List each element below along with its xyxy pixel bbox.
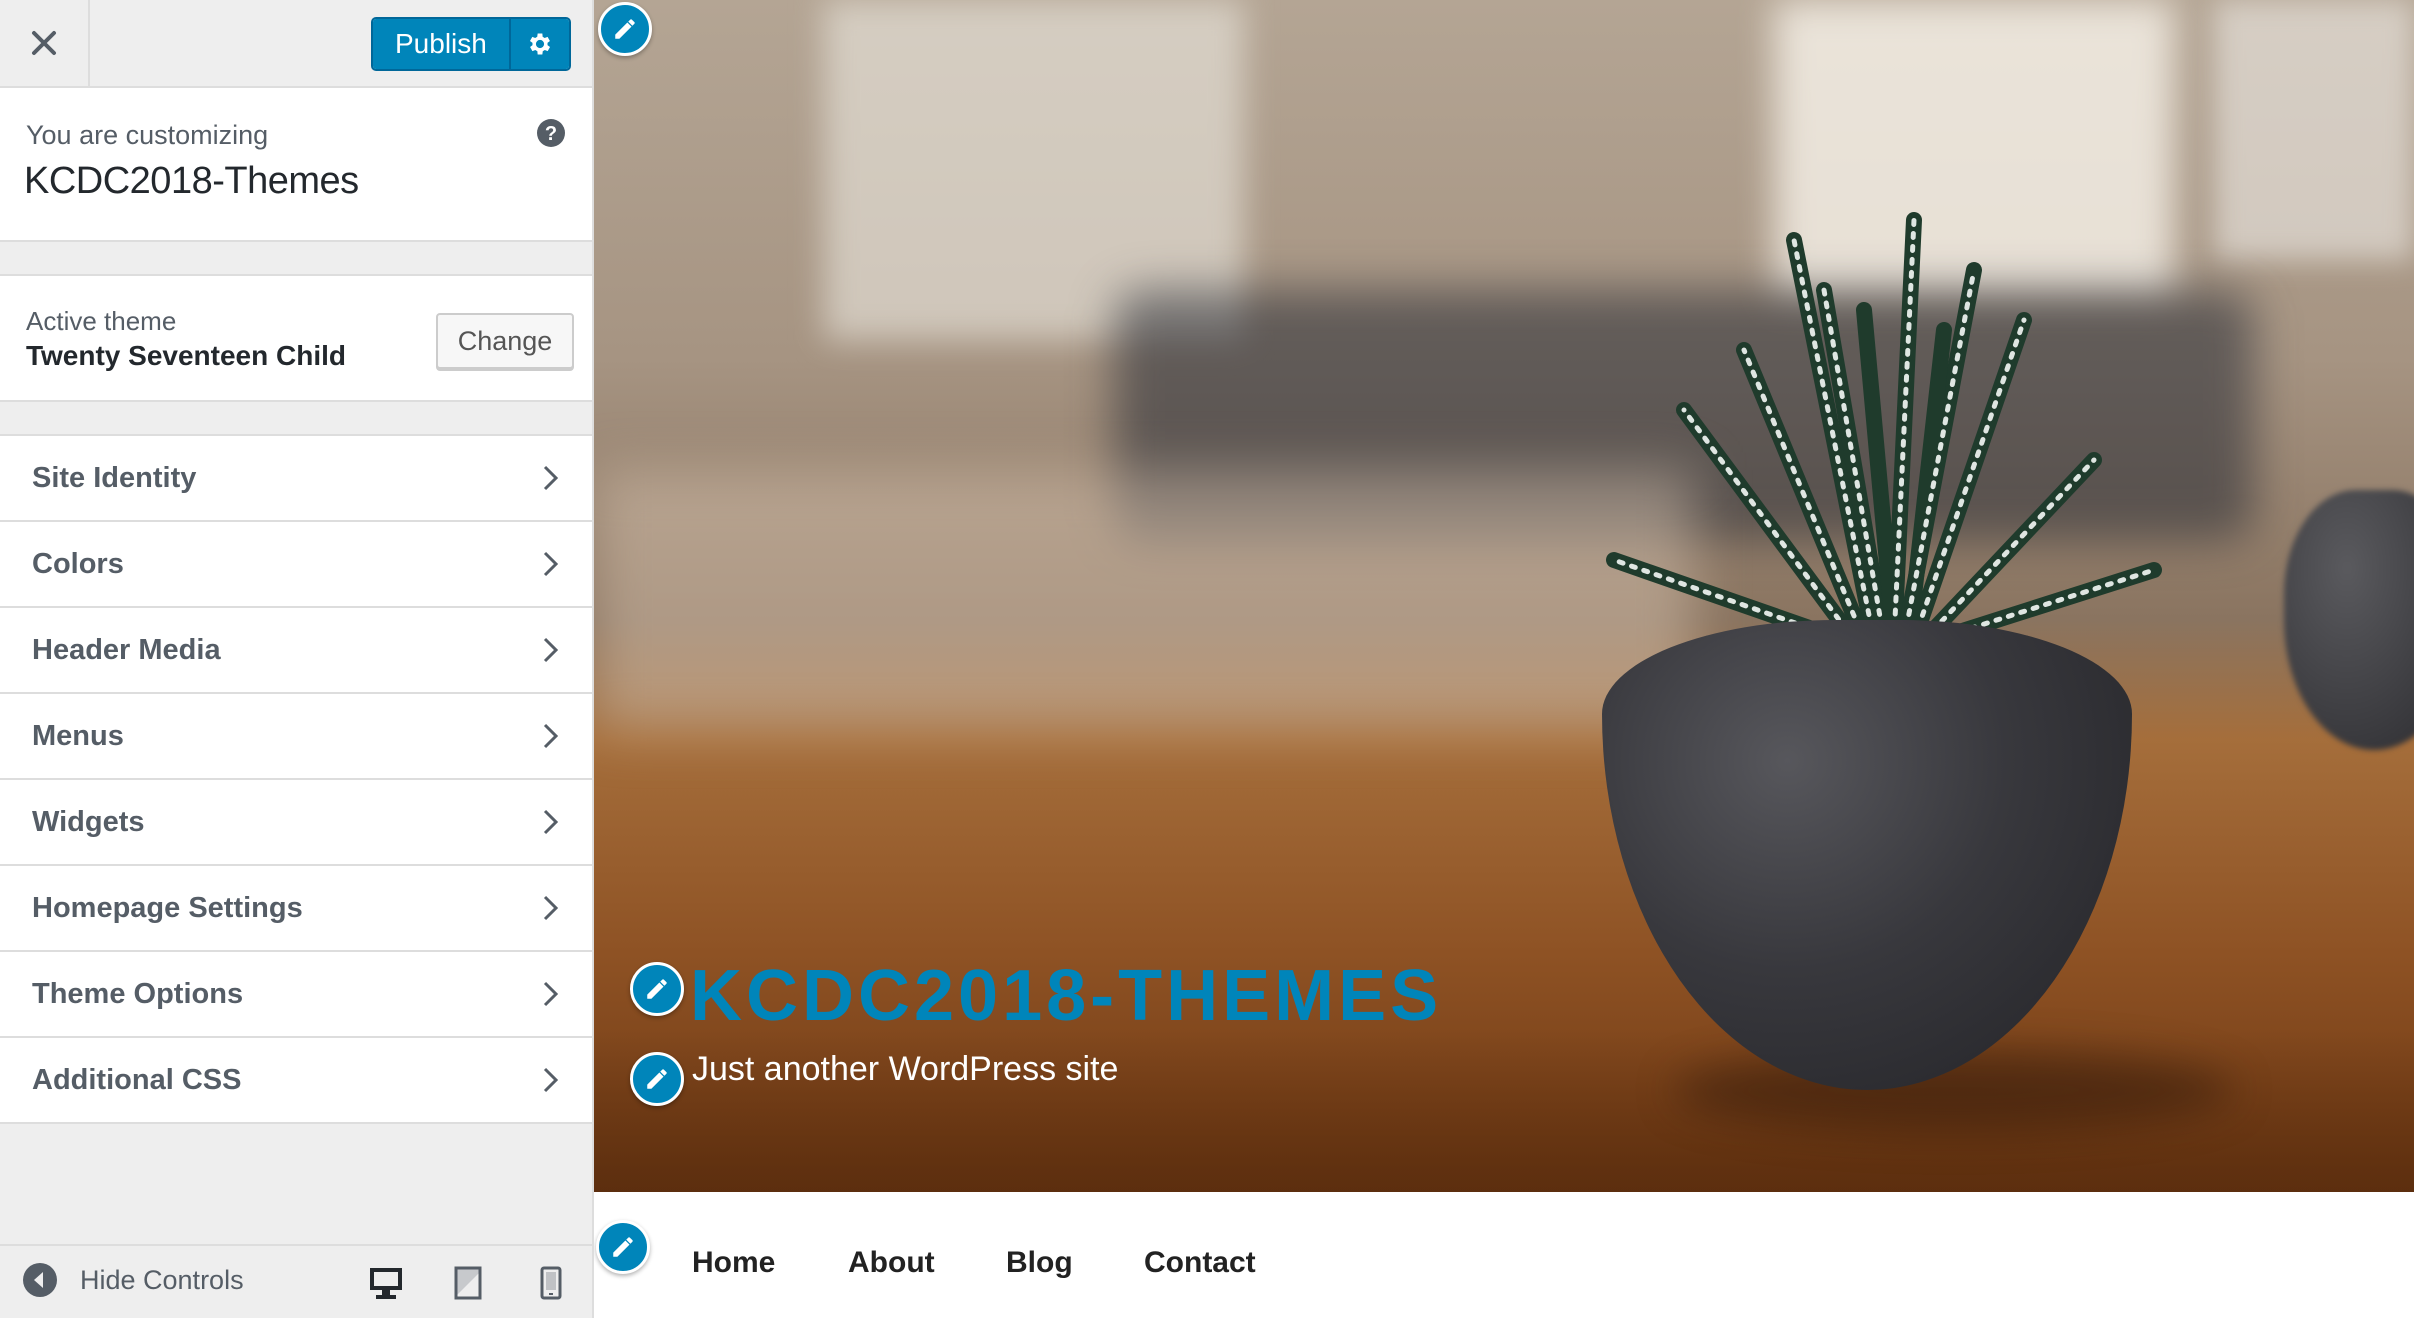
site-name: KCDC2018-Themes (24, 160, 359, 202)
publish-settings-button[interactable] (510, 19, 569, 69)
nav-contact[interactable]: Contact (1144, 1246, 1256, 1280)
nav-blog[interactable]: Blog (1006, 1246, 1073, 1280)
panel-theme-options[interactable]: Theme Options (0, 952, 592, 1038)
desktop-icon[interactable] (368, 1266, 404, 1300)
site-preview: KCDC2018-THEMES Just another WordPress s… (594, 0, 2414, 1318)
panel-label: Menus (32, 719, 124, 752)
customizer-sidebar: Publish You are customizing KCDC2018-The… (0, 0, 594, 1318)
chevron-right-icon (543, 809, 559, 835)
nav-about[interactable]: About (848, 1246, 935, 1280)
panel-label: Additional CSS (32, 1063, 242, 1096)
chevron-right-icon (543, 895, 559, 921)
plant-illustration (1606, 212, 2162, 648)
tablet-icon[interactable] (454, 1266, 482, 1300)
customizer-header: Publish (0, 0, 592, 88)
panel-list: Site Identity Colors Header Media Menus … (0, 434, 592, 1124)
site-title[interactable]: KCDC2018-THEMES (690, 955, 1442, 1037)
panel-label: Colors (32, 547, 124, 580)
help-icon[interactable]: ? (536, 118, 566, 148)
panel-menus[interactable]: Menus (0, 694, 592, 780)
active-theme-caption: Active theme (26, 306, 177, 336)
close-icon (32, 31, 56, 55)
publish-button[interactable]: Publish (373, 19, 511, 69)
chevron-right-icon (543, 723, 559, 749)
active-theme-section: Active theme Twenty Seventeen Child Chan… (0, 274, 592, 402)
nav-home[interactable]: Home (692, 1246, 775, 1280)
gear-icon (529, 33, 550, 55)
active-theme-name: Twenty Seventeen Child (26, 340, 346, 371)
customizer-footer: Hide Controls (0, 1244, 592, 1318)
pencil-icon (647, 979, 667, 999)
chevron-right-icon (543, 637, 559, 663)
collapse-arrow-icon (23, 1263, 57, 1297)
panel-widgets[interactable]: Widgets (0, 780, 592, 866)
pencil-icon (615, 19, 635, 39)
panel-label: Theme Options (32, 977, 244, 1010)
customizing-info: You are customizing KCDC2018-Themes ? (0, 88, 592, 242)
panel-label: Header Media (32, 633, 221, 666)
pencil-icon (613, 1237, 633, 1257)
hide-controls-button[interactable]: Hide Controls (22, 1262, 244, 1298)
chevron-right-icon (543, 981, 559, 1007)
svg-text:?: ? (545, 123, 557, 145)
plant-pot (1602, 620, 2132, 1090)
chevron-right-icon (543, 1067, 559, 1093)
panel-label: Widgets (32, 805, 145, 838)
edit-menu-shortcut[interactable] (596, 1220, 650, 1274)
publish-group: Publish (371, 17, 571, 71)
edit-tagline-shortcut[interactable] (630, 1052, 684, 1106)
pencil-icon (647, 1069, 667, 1089)
header-image: KCDC2018-THEMES Just another WordPress s… (594, 0, 2414, 1192)
panel-header-media[interactable]: Header Media (0, 608, 592, 694)
edit-site-title-shortcut[interactable] (630, 962, 684, 1016)
panel-site-identity[interactable]: Site Identity (0, 434, 592, 522)
panel-homepage-settings[interactable]: Homepage Settings (0, 866, 592, 952)
top-navigation: Home About Blog Contact (594, 1192, 2414, 1318)
chevron-right-icon (543, 465, 559, 491)
panel-label: Homepage Settings (32, 891, 303, 924)
edit-header-media-shortcut[interactable] (598, 2, 652, 56)
hide-controls-label: Hide Controls (80, 1264, 244, 1295)
chevron-right-icon (543, 551, 559, 577)
panel-label: Site Identity (32, 461, 197, 494)
panel-additional-css[interactable]: Additional CSS (0, 1038, 592, 1124)
close-customizer-button[interactable] (0, 0, 90, 86)
change-theme-button[interactable]: Change (436, 313, 574, 369)
panel-colors[interactable]: Colors (0, 522, 592, 608)
mobile-icon[interactable] (540, 1266, 562, 1300)
site-tagline[interactable]: Just another WordPress site (692, 1050, 1118, 1089)
customizing-caption: You are customizing (26, 120, 269, 150)
